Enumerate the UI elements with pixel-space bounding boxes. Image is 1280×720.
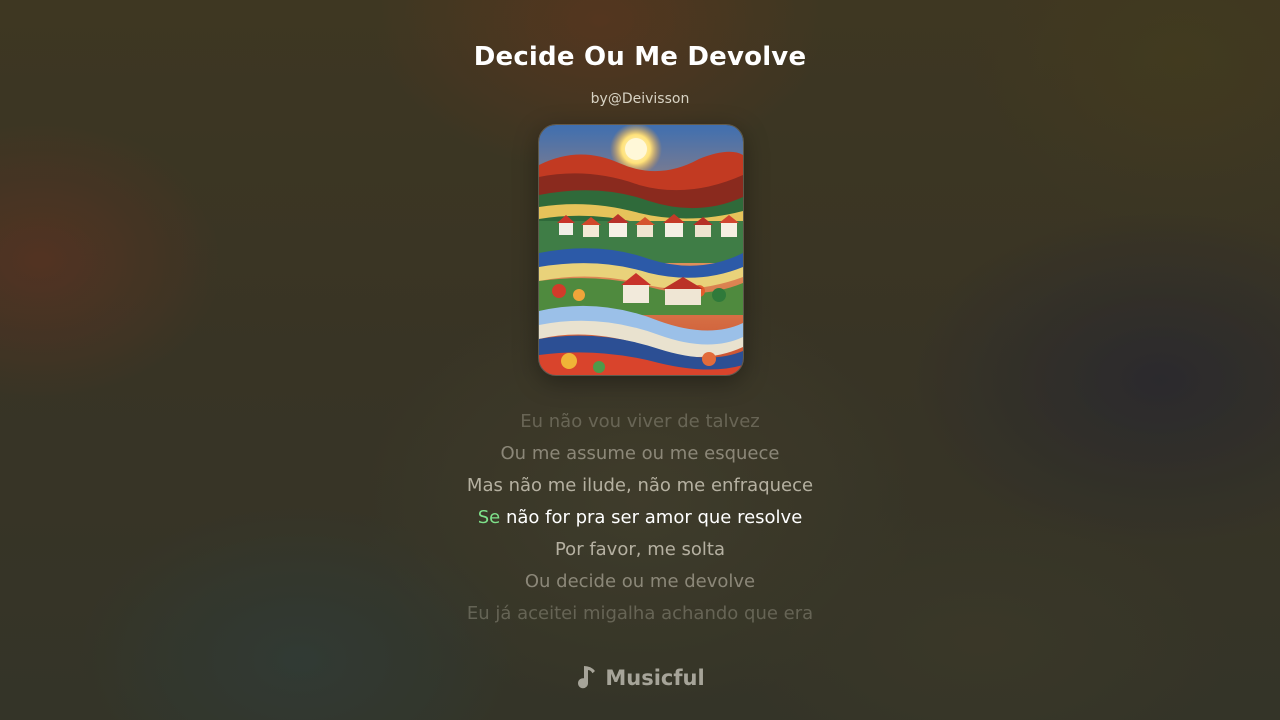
song-title: Decide Ou Me Devolve (473, 42, 807, 72)
brand-name: Musicful (605, 666, 705, 690)
lyric-line: Mas não me ilude, não me enfraquece (466, 475, 814, 496)
lyric-line: Eu não vou viver de talvez (520, 411, 760, 432)
player-stage: Decide Ou Me Devolve by@Deivisson Eu não… (0, 0, 1280, 720)
music-note-icon (575, 664, 599, 692)
brand-logo: Musicful (0, 664, 1280, 692)
album-cover-art (539, 125, 743, 375)
lyric-line: Eu já aceitei migalha achando que era (466, 603, 814, 624)
lyric-line: Por favor, me solta (554, 539, 726, 560)
lyric-line: Ou me assume ou me esquece (500, 443, 780, 464)
unsung-text: não for pra ser amor que resolve (505, 507, 803, 528)
album-cover (538, 124, 744, 376)
lyrics-panel: Eu não vou viver de talvez Ou me assume … (0, 406, 1280, 630)
sung-word: Se (477, 507, 501, 528)
active-lyric-line: Se não for pra ser amor que resolve (0, 502, 1280, 534)
song-artist: by@Deivisson (590, 91, 690, 107)
lyric-line: Ou decide ou me devolve (524, 571, 756, 592)
